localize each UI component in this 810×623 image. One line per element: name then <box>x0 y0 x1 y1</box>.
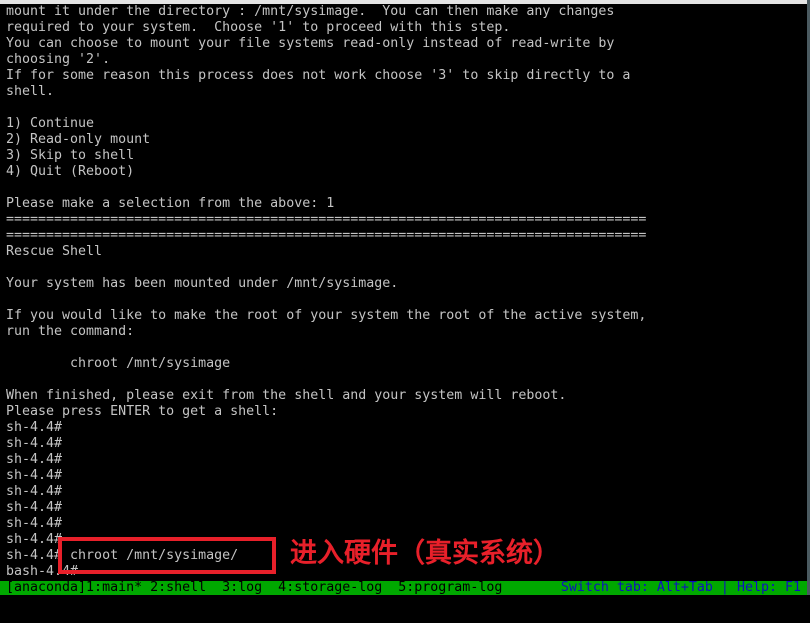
terminal-output[interactable]: mount it under the directory : /mnt/sysi… <box>6 4 806 580</box>
terminal-line: sh-4.4# <box>6 484 63 499</box>
terminal-line: When finished, please exit from the shel… <box>6 388 567 403</box>
terminal-line: Please press ENTER to get a shell: <box>6 404 279 419</box>
status-help: Switch tab: Alt+Tab | Help: F1 <box>560 580 801 595</box>
terminal-line: If for some reason this process does not… <box>6 68 631 83</box>
status-tabs[interactable]: [anaconda]1:main* 2:shell 3:log 4:storag… <box>6 581 502 595</box>
terminal-line: 1) Continue <box>6 116 95 131</box>
annotation-highlight-box <box>58 537 276 574</box>
terminal-line: Please make a selection from the above: … <box>6 196 335 211</box>
terminal-line: sh-4.4# <box>6 516 63 531</box>
terminal-line: 2) Read-only mount <box>6 132 151 147</box>
terminal-line: 3) Skip to shell <box>6 148 135 163</box>
terminal-line: run the command: <box>6 324 135 339</box>
annotation-label: 进入硬件（真实系统） <box>290 538 560 569</box>
terminal-line: 4) Quit (Reboot) <box>6 164 135 179</box>
terminal-line: sh-4.4# <box>6 436 63 451</box>
terminal-line: You can choose to mount your file system… <box>6 36 615 51</box>
terminal-line: sh-4.4# <box>6 420 63 435</box>
terminal-line: required to your system. Choose '1' to p… <box>6 20 511 35</box>
terminal-line: mount it under the directory : /mnt/sysi… <box>6 4 615 19</box>
terminal-line: ========================================… <box>6 212 647 227</box>
tmux-status-bar: [anaconda]1:main* 2:shell 3:log 4:storag… <box>0 581 807 595</box>
terminal-line: chroot /mnt/sysimage <box>6 356 231 371</box>
terminal-line: choosing '2'. <box>6 52 111 67</box>
terminal-line: sh-4.4# <box>6 500 63 515</box>
terminal-line: Your system has been mounted under /mnt/… <box>6 276 399 291</box>
terminal-line: sh-4.4# <box>6 468 63 483</box>
terminal-line: If you would like to make the root of yo… <box>6 308 647 323</box>
terminal-line: ========================================… <box>6 228 647 243</box>
terminal-line: shell. <box>6 84 55 99</box>
terminal-line: Rescue Shell <box>6 244 103 259</box>
terminal-line: sh-4.4# <box>6 452 63 467</box>
